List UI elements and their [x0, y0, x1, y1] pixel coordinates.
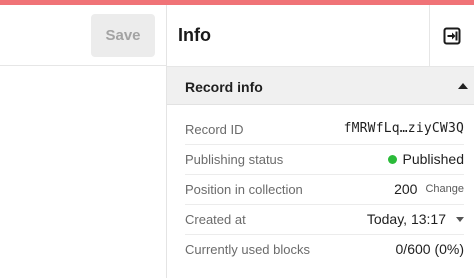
sidebar-exit-icon — [443, 27, 461, 45]
record-info-section-toggle[interactable]: Record info — [167, 67, 474, 105]
record-info-section-title: Record info — [185, 79, 263, 95]
editor-toolbar: Save — [0, 5, 166, 66]
used-blocks-label: Currently used blocks — [185, 242, 310, 257]
publishing-status-text: Published — [402, 151, 465, 167]
info-panel: Info Record info Record ID fMRWfLq…ziyCW… — [167, 5, 474, 278]
info-panel-title: Info — [178, 25, 211, 45]
created-at-dropdown[interactable]: Today, 13:17 — [367, 211, 464, 227]
created-at-label: Created at — [185, 212, 246, 227]
editor-pane: Save — [0, 5, 166, 278]
created-at-row: Created at Today, 13:17 — [167, 205, 474, 235]
used-blocks-row: Currently used blocks 0/600 (0%) — [167, 235, 474, 265]
status-dot-icon — [387, 154, 397, 164]
position-label: Position in collection — [185, 182, 303, 197]
save-button[interactable]: Save — [91, 14, 155, 57]
created-at-value: Today, 13:17 — [366, 211, 446, 227]
info-panel-header: Info — [167, 5, 474, 67]
record-id-label: Record ID — [185, 122, 244, 137]
chevron-up-icon — [458, 83, 468, 89]
record-id-value: fMRWfLq…ziyCW3Q — [343, 121, 464, 136]
used-blocks-value: 0/600 (0%) — [395, 241, 464, 257]
record-id-row: Record ID fMRWfLq…ziyCW3Q — [167, 115, 474, 145]
publishing-status-label: Publishing status — [185, 152, 284, 167]
position-value: 200 Change — [394, 181, 464, 197]
publishing-status-row: Publishing status Published — [167, 145, 474, 175]
position-row: Position in collection 200 Change — [167, 175, 474, 205]
publishing-status-value: Published — [387, 151, 465, 167]
record-info-list: Record ID fMRWfLq…ziyCW3Q Publishing sta… — [167, 115, 474, 265]
change-position-link[interactable]: Change — [425, 183, 464, 195]
position-number: 200 — [394, 181, 418, 197]
chevron-down-icon — [456, 216, 464, 222]
close-panel-button[interactable] — [430, 5, 474, 67]
